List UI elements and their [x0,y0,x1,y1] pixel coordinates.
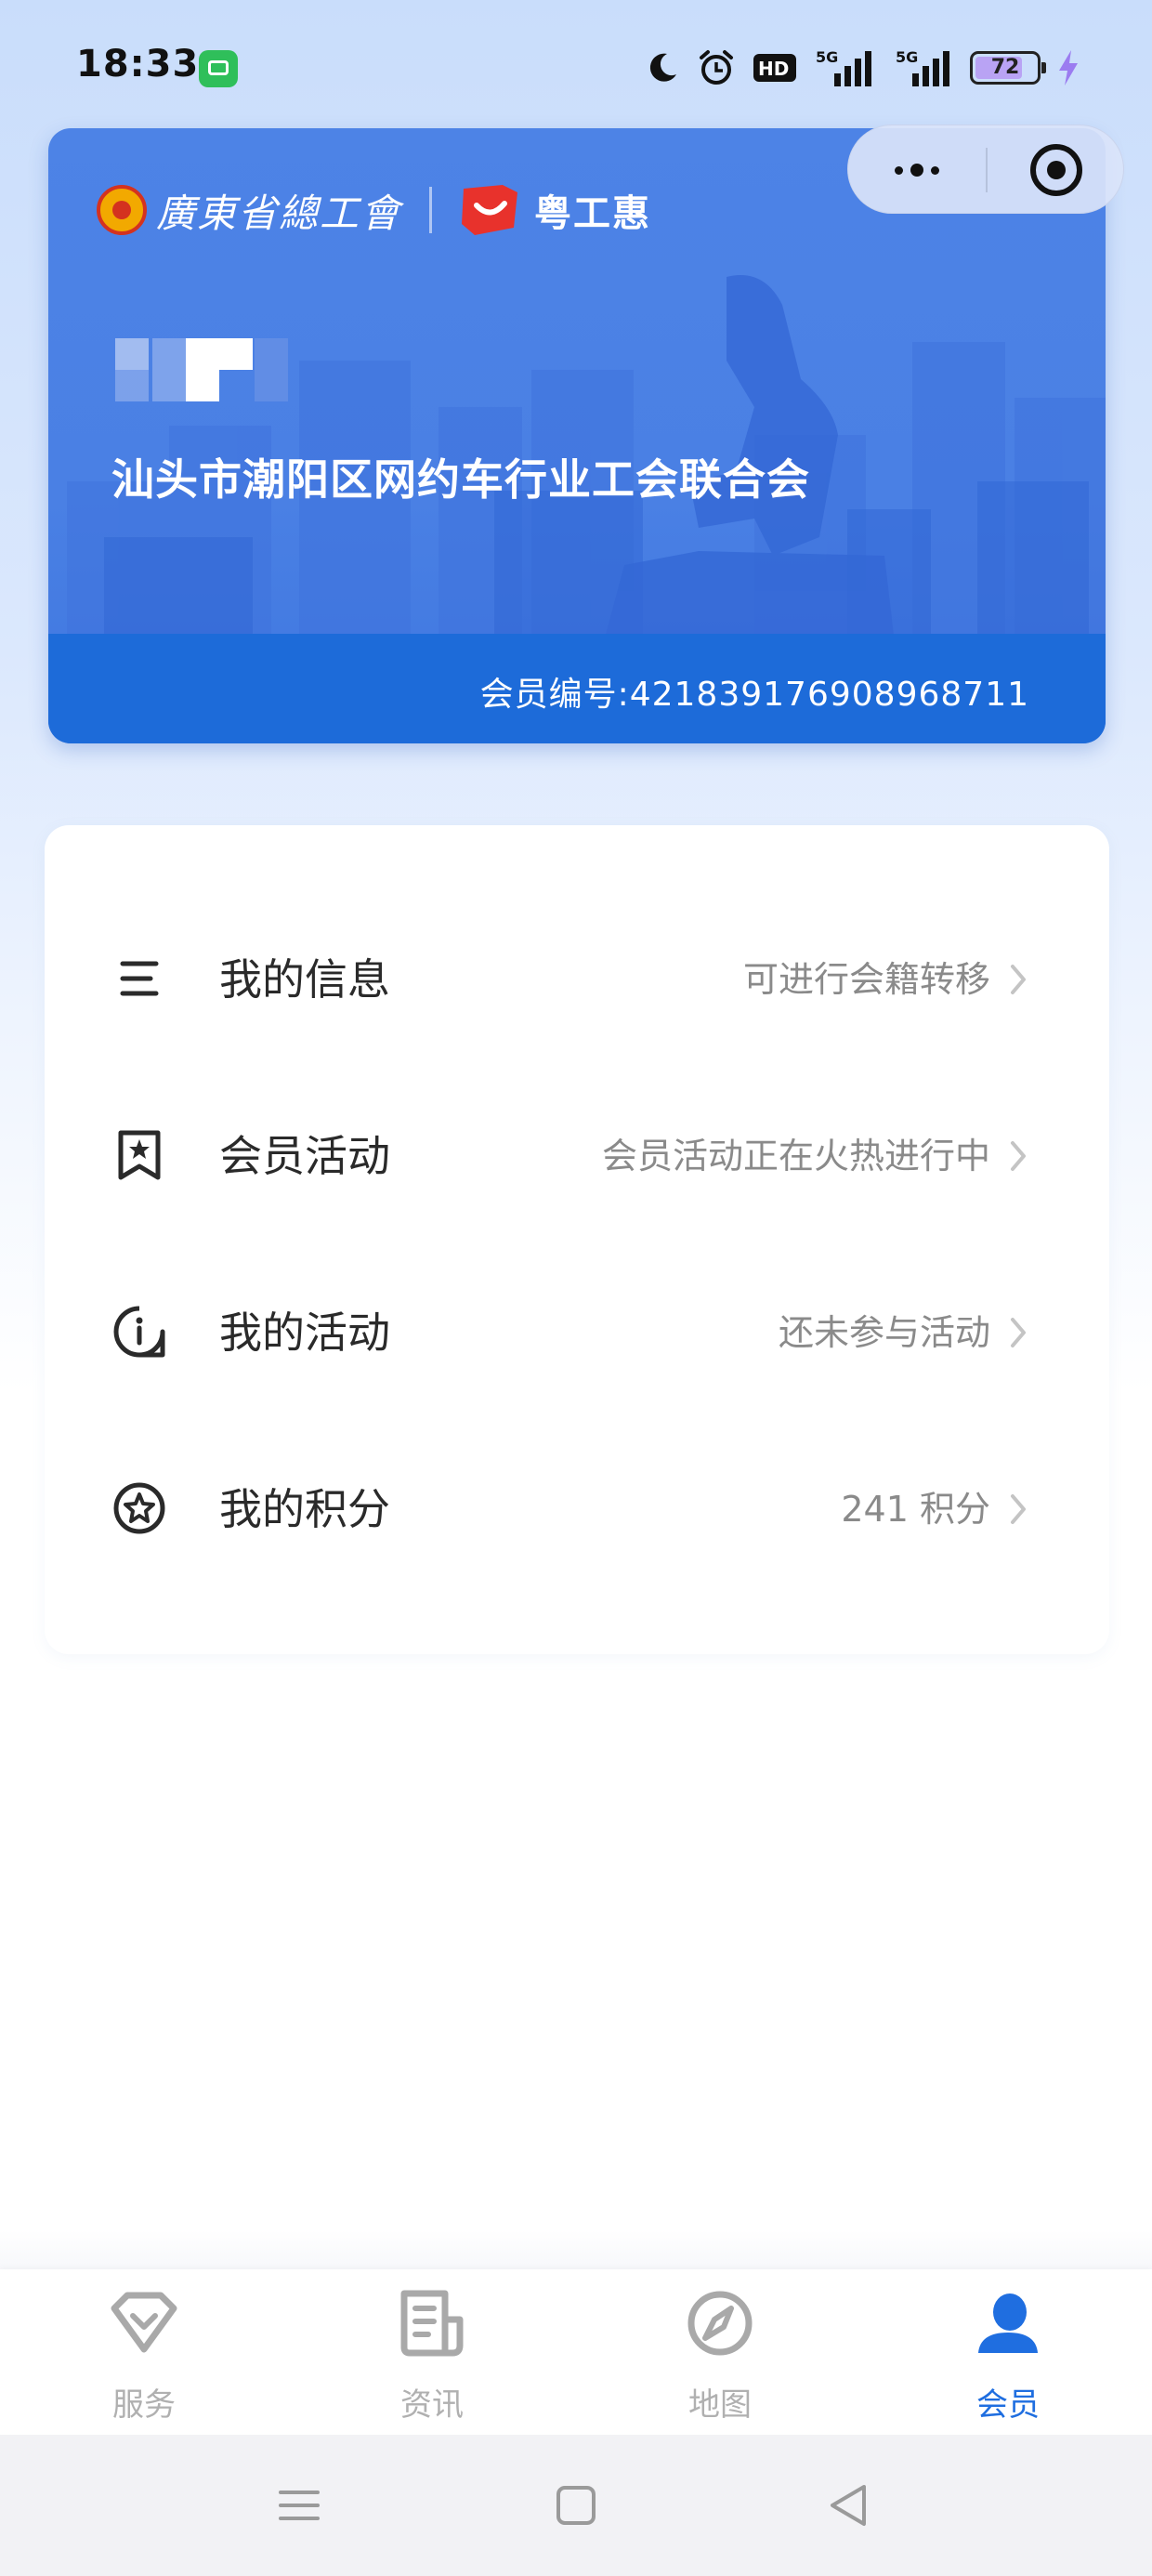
tab-label: 地图 [688,2386,752,2424]
menu-icon[interactable] [269,2476,329,2535]
status-icons: HD 5G 5G 72 [645,45,1080,91]
union-name: 汕头市潮阳区网约车行业工会联合会 [111,454,810,505]
5g-signal-icon: 5G [816,48,871,86]
menu-item-label: 我的信息 [219,954,390,1005]
status-time: 18:33 [76,43,200,85]
member-number-value: 421839176908968711 [629,676,1029,714]
menu-item-my-info[interactable]: 我的信息 可进行会籍转移 [45,909,1109,1048]
menu-item-hint: 会员活动正在火热进行中 [601,1136,990,1176]
member-menu: 我的信息 可进行会籍转移 会员活动 会员活动正在火热进行中 我的活动 还未参与活… [45,825,1109,1654]
ygh-logo-icon [462,185,518,235]
battery-indicator: 72 [970,51,1046,85]
menu-item-hint: 还未参与活动 [778,1312,990,1353]
5g-signal-icon: 5G [896,48,949,86]
net-label: 5G [896,48,918,66]
news-icon [400,2290,464,2357]
menu-item-label: 我的活动 [219,1308,390,1358]
hd-label: HD [758,58,789,80]
member-card: 廣東省總工會 粤工惠 汕头市潮阳区网约车行业工会联合会 会员编号:4218391… [48,128,1106,743]
bookmark-star-icon [118,1130,161,1180]
target-close-icon[interactable] [1030,144,1082,196]
system-navigation-bar [0,2435,1152,2576]
logo-divider [429,187,433,233]
alarm-icon [700,50,733,85]
status-bar: 18:33 HD 5G 5G 72 [0,0,1152,130]
compass-icon [687,2291,753,2356]
chevron-right-icon [1011,965,1026,994]
avatar-placeholder [115,338,288,401]
app-logo-text: 粤工惠 [534,192,652,235]
capsule-divider [986,148,988,192]
menu-item-my-points[interactable]: 我的积分 241 积分 [45,1439,1109,1578]
member-number: 会员编号:421839176908968711 [480,667,1029,716]
info-bubble-icon [113,1306,165,1358]
star-badge-icon [113,1482,165,1534]
member-number-label: 会员编号: [479,676,630,714]
list-icon [120,961,159,996]
bottom-tab-bar: 服务 资讯 地图 会员 [0,2269,1152,2435]
menu-item-my-activities[interactable]: 我的活动 还未参与活动 [45,1262,1109,1401]
menu-item-label: 我的积分 [219,1484,390,1534]
message-app-icon [199,50,238,87]
chevron-right-icon [1011,1494,1026,1524]
card-logos: 廣東省總工會 粤工惠 [97,173,651,247]
union-logo-text: 廣東省總工會 [156,190,402,236]
moon-icon [649,53,676,82]
union-emblem-icon [97,185,147,235]
menu-item-member-activities[interactable]: 会员活动 会员活动正在火热进行中 [45,1085,1109,1225]
tab-label: 资讯 [400,2386,464,2424]
chevron-right-icon [1011,1318,1026,1347]
menu-item-label: 会员活动 [219,1131,390,1181]
tab-map[interactable]: 地图 [576,2269,864,2435]
menu-item-hint: 241 积分 [841,1489,990,1530]
member-icon [978,2293,1038,2353]
chevron-right-icon [1011,1141,1026,1171]
tab-news[interactable]: 资讯 [288,2269,576,2435]
home-square-icon[interactable] [546,2476,606,2535]
tab-label: 会员 [976,2386,1040,2424]
tab-service[interactable]: 服务 [0,2269,288,2435]
hd-icon: HD [753,54,796,82]
more-dots-icon[interactable] [848,125,986,215]
tab-member[interactable]: 会员 [864,2269,1152,2435]
service-icon [111,2292,177,2353]
miniprogram-capsule [847,125,1124,214]
menu-item-hint: 可进行会籍转移 [742,959,990,1000]
battery-level: 72 [990,56,1020,79]
back-triangle-icon[interactable] [819,2476,879,2535]
tab-label: 服务 [112,2386,176,2424]
net-label: 5G [816,48,838,66]
charging-bolt-icon [1059,50,1078,85]
